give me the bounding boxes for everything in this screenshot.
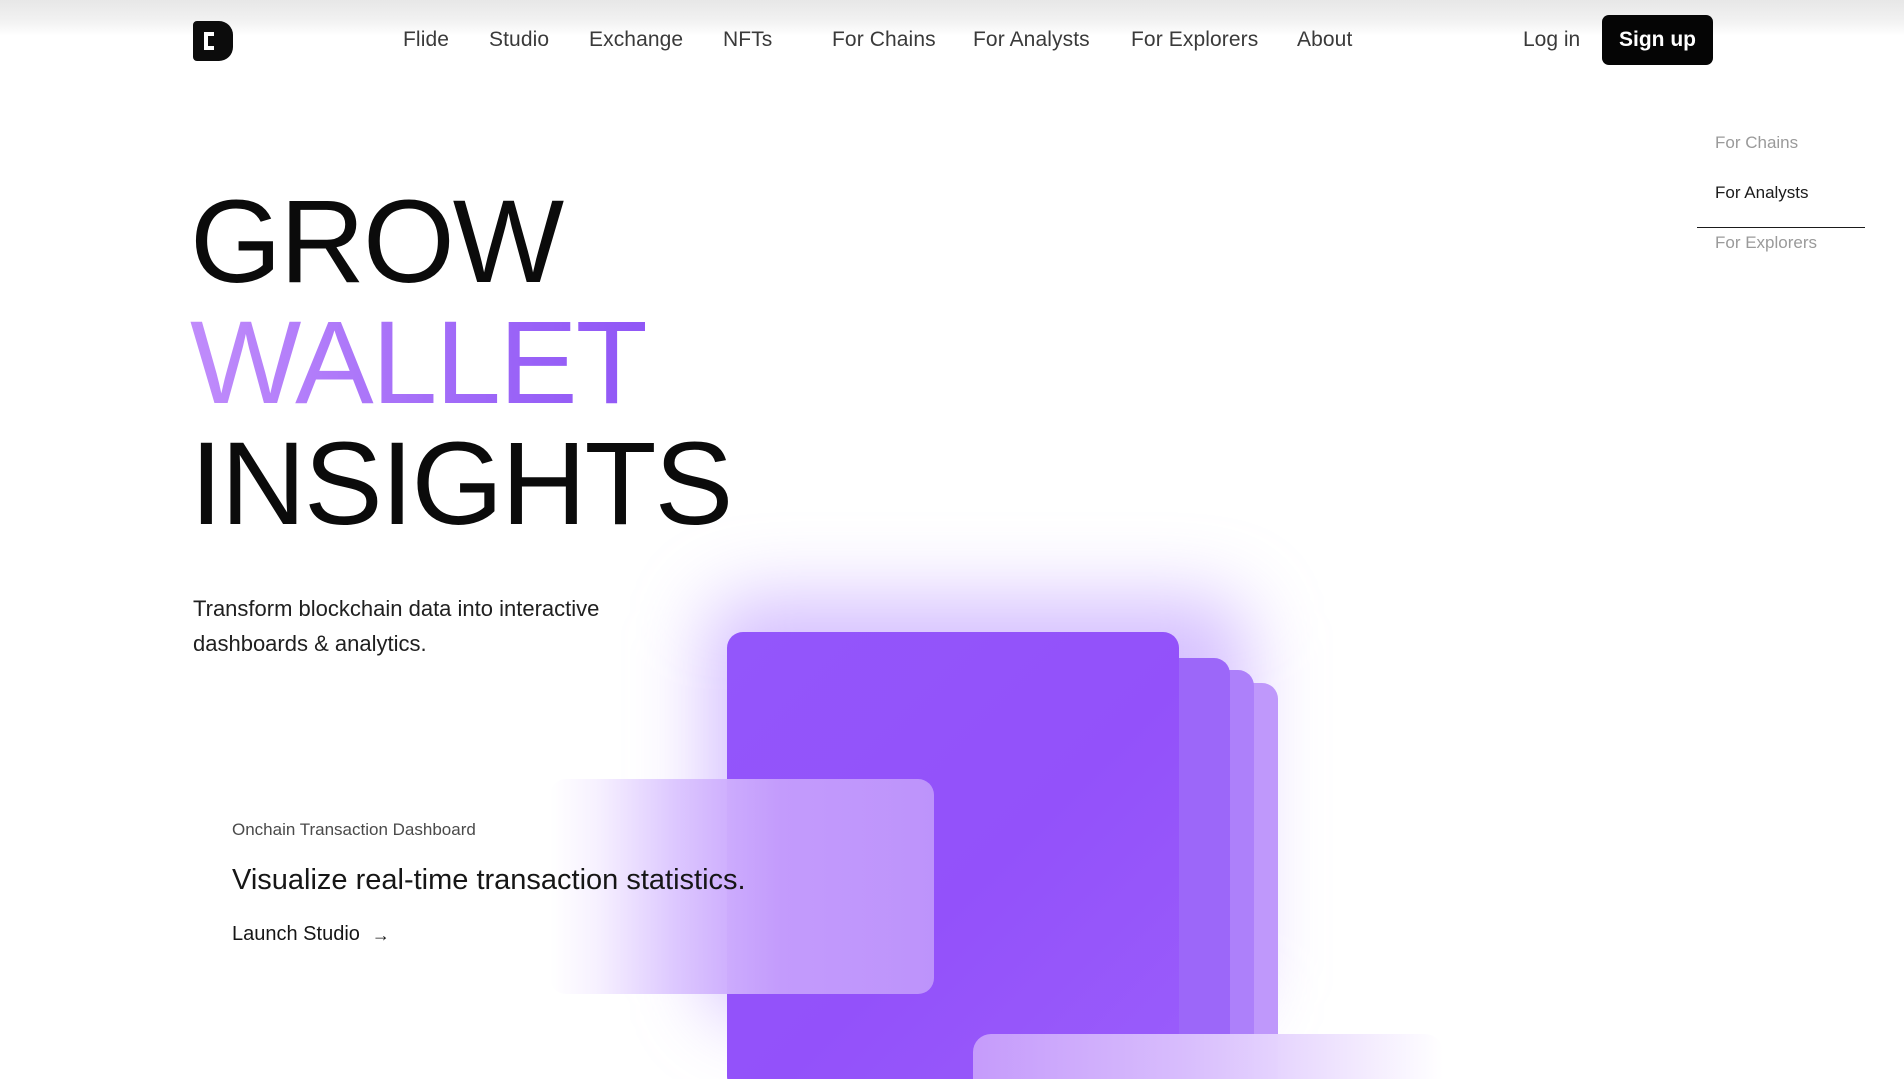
nav-item-studio[interactable]: Studio <box>489 28 549 52</box>
launch-studio-link[interactable]: Launch Studio → <box>232 923 390 946</box>
page: Flide Studio Exchange NFTs For Chains Fo… <box>0 0 1904 1079</box>
feature-card-headline: Visualize real-time transaction statisti… <box>232 864 746 896</box>
hero-title-line-1: GROW <box>190 176 564 308</box>
hero-title-line-3: INSIGHTS <box>190 418 733 550</box>
arrow-right-icon: → <box>371 924 390 945</box>
hero-title-line-2: WALLET <box>190 303 731 424</box>
logo-notch <box>204 32 214 50</box>
section-menu-item-for-analysts[interactable]: For Analysts <box>1697 178 1865 228</box>
section-menu-item-for-chains[interactable]: For Chains <box>1697 128 1865 178</box>
section-menu-item-for-explorers[interactable]: For Explorers <box>1697 228 1865 278</box>
feature-card-content: Onchain Transaction Dashboard Visualize … <box>232 820 746 946</box>
nav-item-flide[interactable]: Flide <box>403 28 449 52</box>
section-menu: For Chains For Analysts For Explorers <box>1697 128 1865 278</box>
login-link[interactable]: Log in <box>1523 28 1580 52</box>
nav-item-for-analysts[interactable]: For Analysts <box>973 28 1090 52</box>
nav-item-about[interactable]: About <box>1297 28 1352 52</box>
logo-icon[interactable] <box>193 21 233 61</box>
signup-button[interactable]: Sign up <box>1602 15 1713 65</box>
nav-item-for-explorers[interactable]: For Explorers <box>1131 28 1258 52</box>
nav-item-nfts[interactable]: NFTs <box>723 28 772 52</box>
nav-item-for-chains[interactable]: For Chains <box>832 28 936 52</box>
hero-title: GROW WALLET INSIGHTS <box>190 176 733 550</box>
secondary-card <box>973 1034 1443 1079</box>
launch-studio-label: Launch Studio <box>232 923 360 945</box>
feature-card-label: Onchain Transaction Dashboard <box>232 820 476 839</box>
hero-subtitle: Transform blockchain data into interacti… <box>193 596 600 656</box>
nav-item-exchange[interactable]: Exchange <box>589 28 683 52</box>
